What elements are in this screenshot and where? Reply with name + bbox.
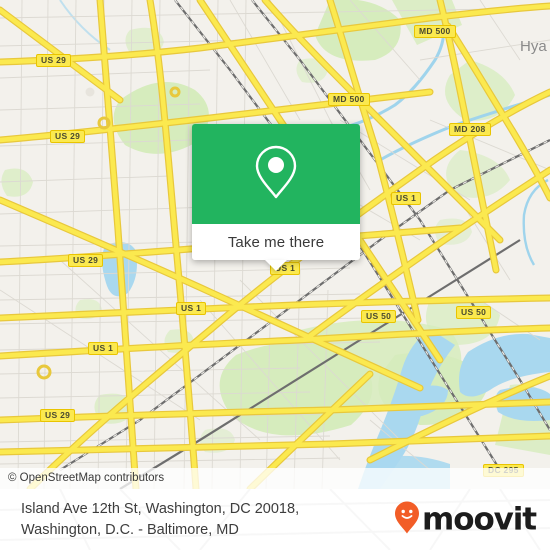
road-shield: US 29 [50, 130, 86, 143]
place-label-hyattsville: Hya [520, 38, 547, 55]
location-pin-outline-icon [254, 144, 298, 205]
take-me-there-button[interactable]: Take me there [228, 234, 324, 251]
interchange-node-fill [85, 87, 95, 97]
footer-bar: Island Ave 12th St, Washington, DC 20018… [0, 489, 550, 550]
footer-address-line-1: Island Ave 12th St, Washington, DC 20018… [21, 500, 300, 517]
footer-address: Island Ave 12th St, Washington, DC 20018… [21, 499, 299, 540]
road-shield: US 29 [36, 54, 72, 67]
moovit-smiley-pin-icon [394, 500, 420, 539]
road-shield: MD 500 [414, 25, 456, 38]
road-shield: MD 500 [328, 93, 370, 106]
road-shield: US 1 [88, 342, 119, 355]
destination-popup-card[interactable]: Take me there [192, 124, 360, 271]
road-shield: US 29 [40, 409, 76, 422]
moovit-wordmark: moovit [422, 501, 537, 537]
popup-card-pointer [265, 260, 287, 271]
road-shield: US 1 [176, 302, 207, 315]
road-shield: MD 208 [449, 123, 491, 136]
road-shield: US 1 [391, 192, 422, 205]
popup-card-header [192, 124, 360, 224]
moovit-logo[interactable]: moovit [394, 500, 537, 539]
footer-address-line-2: Washington, D.C. - Baltimore, MD [21, 521, 239, 538]
road-shield: US 50 [361, 310, 397, 323]
map-attribution[interactable]: © OpenStreetMap contributors [0, 468, 550, 489]
road-shield: US 50 [456, 306, 492, 319]
popup-card-action-bar[interactable]: Take me there [192, 224, 360, 260]
road-shield: US 29 [68, 254, 104, 267]
map-page: US 29 US 29 US 29 US 29 US 1 US 1 US 1 U… [0, 0, 550, 550]
